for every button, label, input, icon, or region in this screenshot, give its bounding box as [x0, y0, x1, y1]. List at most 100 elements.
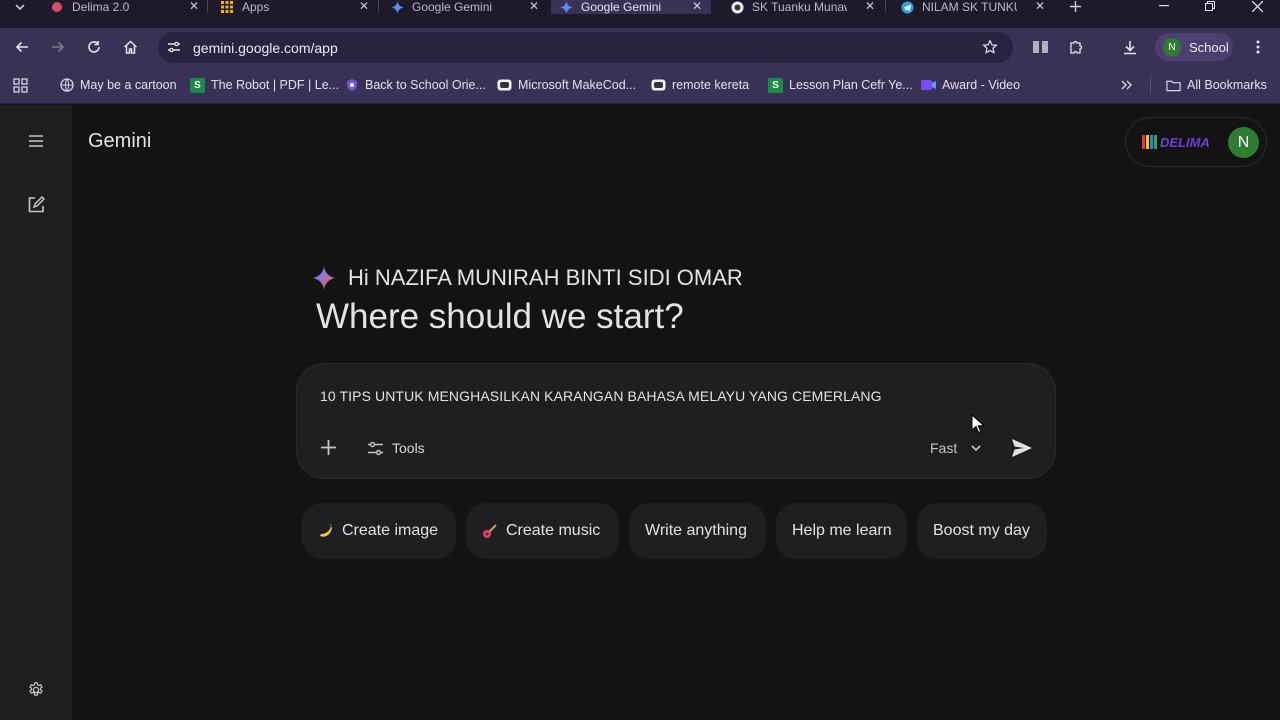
home-icon: [123, 40, 137, 54]
chip-label: Write anything: [645, 522, 747, 539]
tab-search-button[interactable]: [8, 0, 32, 14]
bookmark-item[interactable]: May be a cartoon: [59, 76, 177, 94]
bookmark-label: Microsoft MakeCod...: [518, 78, 637, 92]
browser-toolbar: gemini.google.com/app N School: [0, 28, 1280, 66]
restore-button[interactable]: [1200, 0, 1220, 12]
puzzle-icon: [1070, 40, 1083, 54]
tab-close-icon[interactable]: ✕: [528, 0, 540, 13]
apps-grid-favicon: [220, 0, 234, 14]
profile-button[interactable]: N School: [1155, 33, 1233, 61]
tab-close-icon[interactable]: ✕: [864, 0, 876, 13]
close-icon: [1251, 0, 1263, 12]
bookmark-item[interactable]: Back to School Orie...: [344, 76, 486, 94]
gemini-sparkle-icon: [312, 266, 336, 290]
school-favicon: [730, 0, 744, 14]
tab-nilam[interactable]: NILAM SK TUNKU ✕: [900, 0, 1046, 14]
tune-icon: [368, 441, 383, 455]
address-bar[interactable]: gemini.google.com/app: [158, 32, 1013, 63]
download-icon: [1124, 40, 1136, 54]
video-icon: [921, 78, 936, 93]
reload-button[interactable]: [82, 36, 106, 58]
downloads-button[interactable]: [1118, 36, 1142, 58]
send-button[interactable]: [1008, 434, 1036, 462]
tab-close-icon[interactable]: ✕: [1034, 0, 1046, 13]
bookmark-label: remote kereta: [672, 78, 750, 92]
plus-icon: [320, 439, 336, 455]
bookmarks-overflow-button[interactable]: [1117, 76, 1135, 94]
edit-icon: [28, 196, 45, 213]
reading-list-button[interactable]: [1028, 36, 1052, 58]
double-chevron-right-icon: [1121, 80, 1132, 90]
add-files-button[interactable]: [317, 436, 339, 458]
home-button[interactable]: [118, 36, 142, 58]
site-info-icon[interactable]: [166, 39, 182, 55]
chevron-down-icon: [15, 4, 25, 10]
bookmark-item[interactable]: remote kereta: [651, 76, 749, 94]
tab-google-gemini[interactable]: Google Gemini ✕: [390, 0, 540, 14]
tab-close-icon[interactable]: ✕: [188, 0, 200, 13]
banana-icon: [318, 523, 334, 539]
tab-delima[interactable]: Delima 2.0 ✕: [50, 0, 200, 14]
avatar: N: [1163, 38, 1181, 56]
greeting: Hi NAZIFA MUNIRAH BINTI SIDI OMAR: [312, 265, 743, 291]
app-sidebar: [0, 105, 72, 720]
chip-create-music[interactable]: Create music: [466, 503, 619, 559]
arrow-left-icon: [15, 41, 28, 53]
bookmark-item[interactable]: S The Robot | PDF | Le...: [190, 76, 339, 94]
chip-help-me-learn[interactable]: Help me learn: [776, 503, 907, 559]
mode-selector[interactable]: Fast: [930, 437, 981, 459]
account-switcher[interactable]: DELIMA N: [1125, 117, 1267, 167]
close-window-button[interactable]: [1247, 0, 1267, 12]
minimize-button[interactable]: [1154, 0, 1174, 12]
prompt-input[interactable]: 10 TIPS UNTUK MENGHASILKAN KARANGAN BAHA…: [320, 388, 882, 404]
back-button[interactable]: [10, 36, 34, 58]
new-tab-button[interactable]: [1067, 0, 1083, 12]
main-menu-button[interactable]: [22, 127, 50, 155]
telegram-favicon: [900, 0, 914, 14]
all-bookmarks-button[interactable]: All Bookmarks: [1166, 76, 1267, 94]
tab-label: Google Gemini: [412, 0, 493, 14]
bookmark-star-icon[interactable]: [981, 38, 999, 56]
chip-write-anything[interactable]: Write anything: [629, 503, 766, 559]
app-title[interactable]: Gemini: [88, 130, 151, 153]
chip-create-image[interactable]: Create image: [302, 503, 456, 559]
globe-icon: [59, 78, 74, 93]
bookmark-item[interactable]: Microsoft MakeCod...: [497, 76, 636, 94]
forward-button[interactable]: [46, 36, 70, 58]
send-icon: [1012, 439, 1032, 457]
chip-label: Create music: [506, 522, 601, 539]
bookmark-label: May be a cartoon: [80, 78, 177, 92]
minimize-icon: [1159, 5, 1169, 7]
plus-icon: [1069, 0, 1081, 12]
browser-menu-button[interactable]: [1246, 36, 1270, 58]
prompt-input-box[interactable]: 10 TIPS UNTUK MENGHASILKAN KARANGAN BAHA…: [296, 363, 1056, 479]
url-text[interactable]: gemini.google.com/app: [193, 40, 338, 56]
bookmark-label: The Robot | PDF | Le...: [211, 78, 340, 92]
chevron-down-icon: [971, 445, 981, 451]
bookmarks-bar: May be a cartoon S The Robot | PDF | Le.…: [0, 66, 1280, 104]
chip-boost-my-day[interactable]: Boost my day: [917, 503, 1047, 559]
new-chat-button[interactable]: [22, 191, 50, 219]
tab-google-gemini-active[interactable]: Google Gemini ✕: [551, 0, 711, 14]
bookmark-item[interactable]: Award - Video: [921, 76, 1020, 94]
tools-label: Tools: [392, 440, 425, 456]
more-vertical-icon: [1256, 40, 1260, 54]
extensions-button[interactable]: [1065, 36, 1089, 58]
divider: [1150, 76, 1151, 94]
tab-close-icon[interactable]: ✕: [691, 0, 703, 13]
tab-close-icon[interactable]: ✕: [358, 0, 370, 13]
chip-label: Help me learn: [792, 522, 892, 539]
apps-button[interactable]: [11, 76, 29, 94]
page-title: Where should we start?: [316, 297, 684, 336]
tab-apps[interactable]: Apps ✕: [220, 0, 370, 14]
tab-sk-tuanku[interactable]: SK Tuanku Munaw ✕: [730, 0, 876, 14]
makecode-icon: [497, 78, 512, 93]
delima-logo: DELIMA: [1142, 132, 1220, 152]
bookmark-label: Award - Video: [942, 78, 1021, 92]
folder-icon: [1166, 78, 1181, 93]
settings-button[interactable]: [24, 678, 48, 702]
tools-button[interactable]: Tools: [367, 437, 425, 459]
tab-separator: [207, 0, 208, 12]
mouse-cursor-icon: [971, 414, 985, 434]
bookmark-item[interactable]: S Lesson Plan Cefr Ye...: [768, 76, 913, 94]
